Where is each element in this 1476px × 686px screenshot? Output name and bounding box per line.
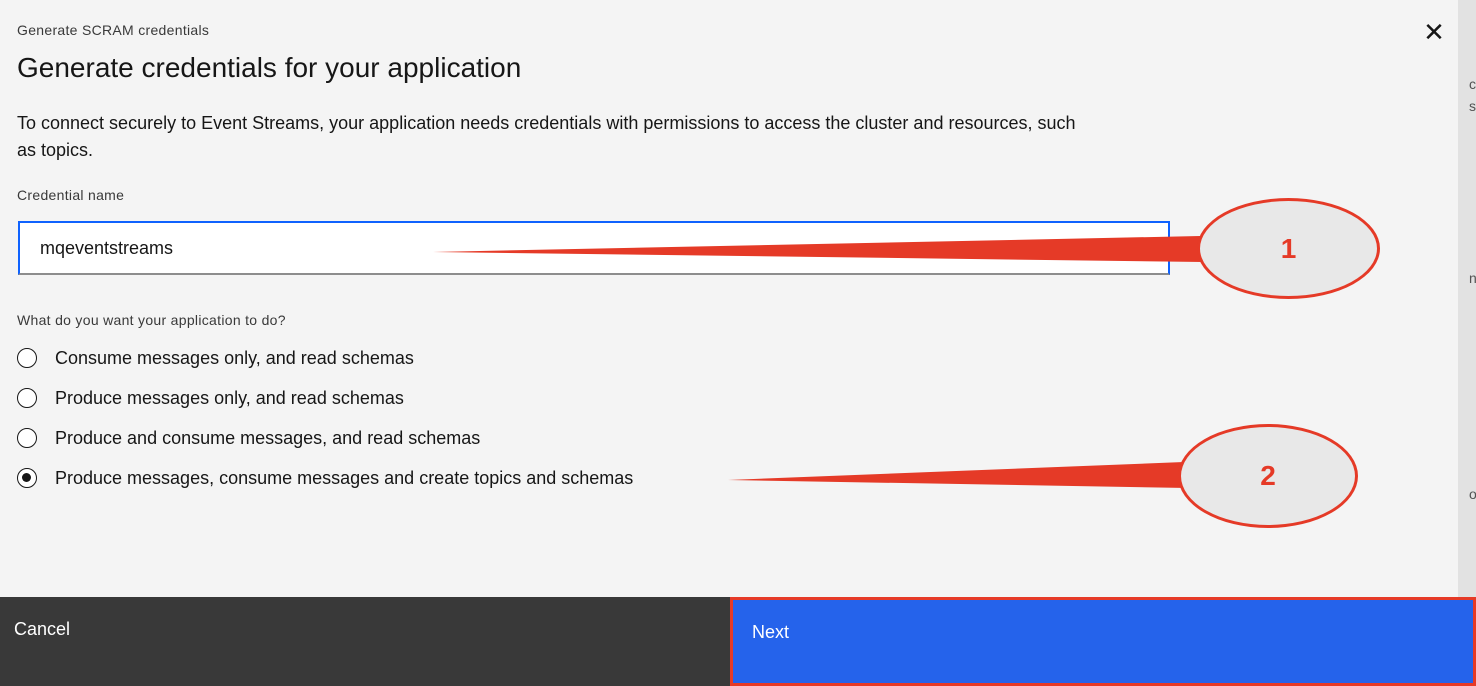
modal-description: To connect securely to Event Streams, yo… xyxy=(17,113,1076,160)
radio-button[interactable] xyxy=(17,388,37,408)
modal-label: Generate SCRAM credentials xyxy=(17,22,210,38)
background-text-fragment: n xyxy=(1469,270,1476,286)
credential-name-input[interactable] xyxy=(20,223,1168,273)
modal-dialog: Generate SCRAM credentials Generate cred… xyxy=(0,0,1458,686)
radio-label: Consume messages only, and read schemas xyxy=(55,347,414,368)
next-button[interactable]: Next xyxy=(730,597,1476,686)
next-button-label: Next xyxy=(752,622,790,642)
radio-option-produce[interactable]: Produce messages only, and read schemas xyxy=(17,385,404,411)
radio-button[interactable] xyxy=(17,428,37,448)
credential-name-label: Credential name xyxy=(17,187,125,203)
cancel-button[interactable]: Cancel xyxy=(0,597,730,686)
annotation-callout-1: 1 xyxy=(1197,198,1380,299)
radio-button-selected[interactable] xyxy=(17,468,37,488)
radio-label: Produce messages only, and read schemas xyxy=(55,387,404,408)
radio-button[interactable] xyxy=(17,348,37,368)
background-page-strip: c s n o xyxy=(1458,0,1476,686)
permissions-question: What do you want your application to do? xyxy=(17,312,286,328)
radio-label: Produce and consume messages, and read s… xyxy=(55,427,481,448)
cancel-button-label: Cancel xyxy=(14,619,71,639)
background-text-fragment: s xyxy=(1469,98,1476,114)
annotation-callout-2: 2 xyxy=(1178,424,1358,528)
background-text-fragment: c xyxy=(1469,76,1476,92)
radio-label: Produce messages, consume messages and c… xyxy=(55,467,634,488)
radio-option-produce-consume-create[interactable]: Produce messages, consume messages and c… xyxy=(17,465,633,491)
credential-name-field[interactable] xyxy=(18,221,1170,275)
radio-option-produce-consume[interactable]: Produce and consume messages, and read s… xyxy=(17,425,480,451)
background-text-fragment: o xyxy=(1469,486,1476,502)
close-icon[interactable]: ✕ xyxy=(1420,18,1448,46)
modal-title: Generate credentials for your applicatio… xyxy=(17,52,522,83)
radio-option-consume[interactable]: Consume messages only, and read schemas xyxy=(17,345,414,371)
